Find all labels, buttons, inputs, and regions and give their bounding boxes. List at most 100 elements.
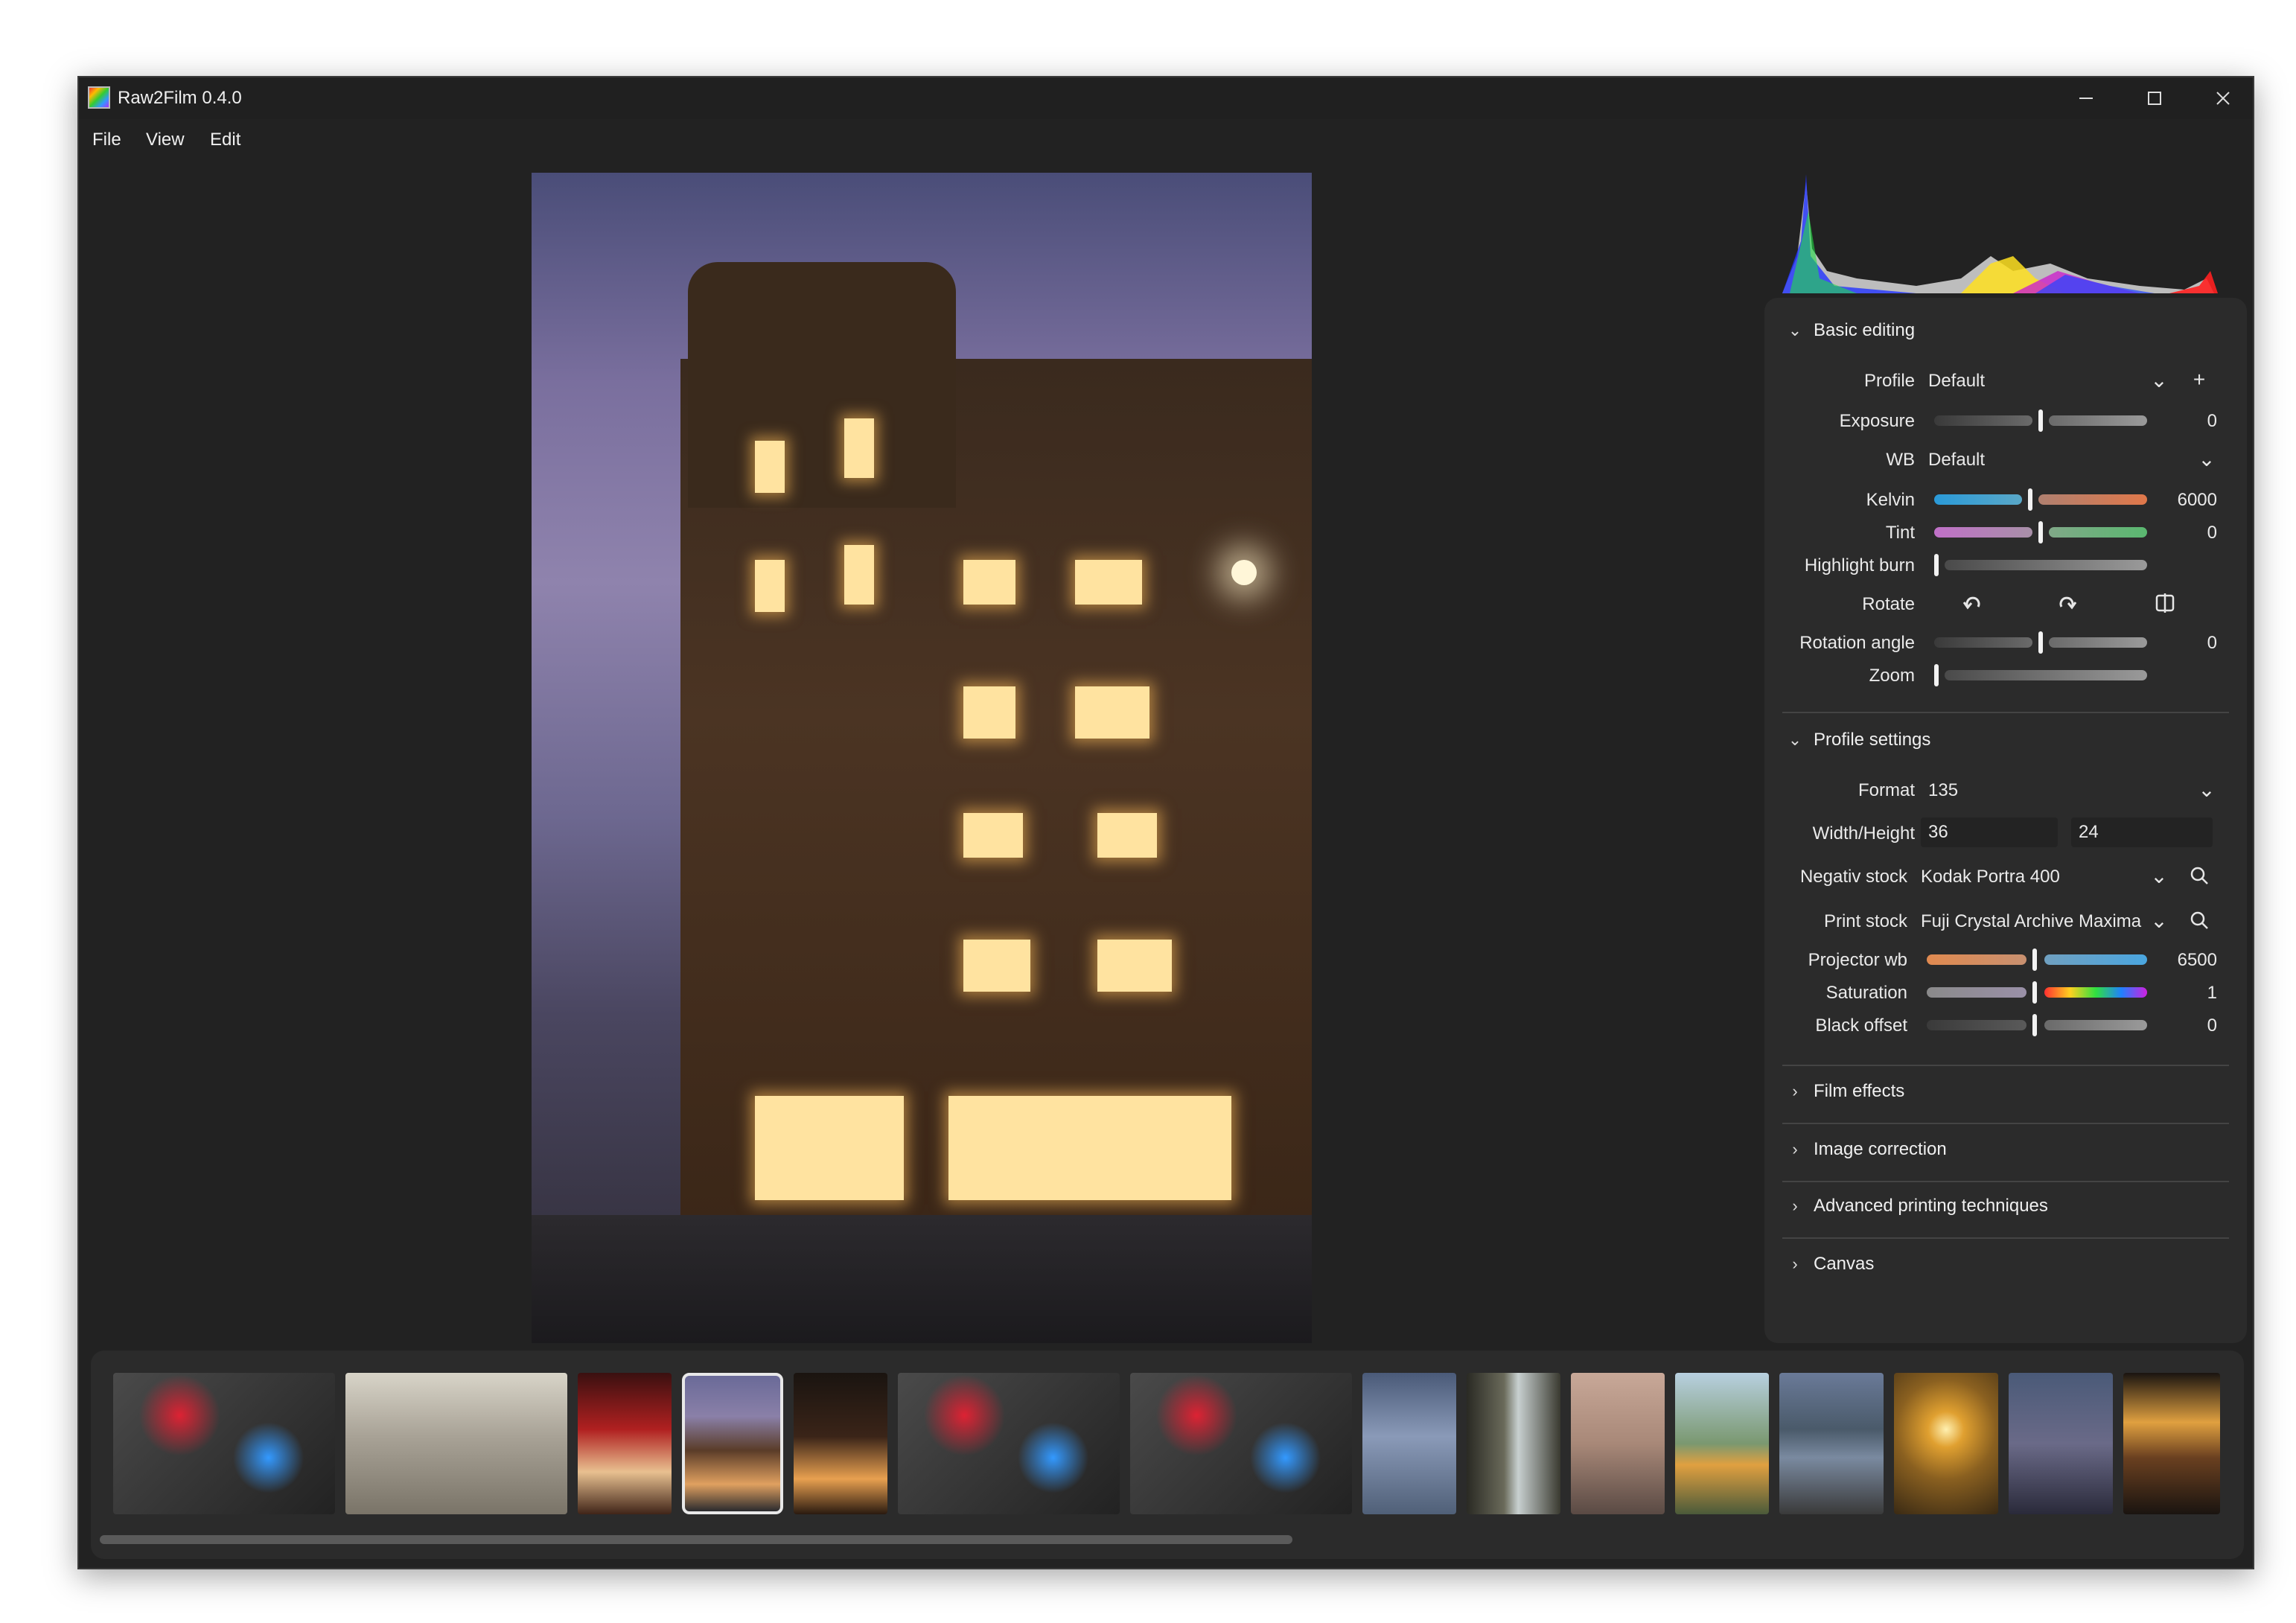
canvas-title: Canvas xyxy=(1814,1254,1875,1274)
tint-slider-right[interactable] xyxy=(2049,527,2147,538)
chevron-down-icon[interactable]: ⌄ xyxy=(2146,907,2172,934)
filmstrip-scrollbar-thumb[interactable] xyxy=(100,1535,1292,1544)
format-select[interactable]: 135 xyxy=(1928,780,1958,801)
thumbnail-golden-sun[interactable] xyxy=(1894,1373,1998,1514)
exposure-slider-handle[interactable] xyxy=(2038,409,2043,432)
print-stock-select[interactable]: Fuji Crystal Archive Maxima xyxy=(1921,911,2141,932)
rotation-angle-value[interactable]: 0 xyxy=(2207,633,2217,654)
black-offset-value[interactable]: 0 xyxy=(2207,1015,2217,1036)
film-effects-header[interactable]: › Film effects xyxy=(1785,1081,1904,1102)
plus-icon[interactable]: + xyxy=(2186,366,2213,393)
thumbnail-cloudy-sky[interactable] xyxy=(1362,1373,1456,1514)
zoom-slider[interactable] xyxy=(1945,670,2147,680)
preview-window-light xyxy=(1097,940,1172,992)
title-bar[interactable]: Raw2Film 0.4.0 xyxy=(79,77,2253,119)
menu-edit[interactable]: Edit xyxy=(210,130,240,150)
chevron-down-icon[interactable]: ⌄ xyxy=(2193,445,2220,472)
chevron-down-icon[interactable]: ⌄ xyxy=(2146,862,2172,889)
thumbnail-waterfall-cliff[interactable] xyxy=(1467,1373,1560,1514)
thumbnail-museum-hall[interactable] xyxy=(345,1373,567,1514)
thumbnail-hiker-mountain[interactable] xyxy=(1675,1373,1769,1514)
wb-select[interactable]: Default xyxy=(1928,450,1985,471)
projector-wb-value[interactable]: 6500 xyxy=(2178,950,2217,971)
width-input[interactable]: 36 xyxy=(1921,817,2058,847)
tint-label: Tint xyxy=(1885,523,1915,543)
tint-slider-handle[interactable] xyxy=(2038,521,2043,543)
projector-wb-slider-left[interactable] xyxy=(1927,954,2026,965)
image-correction-header[interactable]: › Image correction xyxy=(1785,1139,1946,1160)
kelvin-slider-right[interactable] xyxy=(2038,494,2147,505)
zoom-label: Zoom xyxy=(1869,666,1915,686)
advanced-printing-header[interactable]: › Advanced printing techniques xyxy=(1785,1196,2048,1217)
projector-wb-slider-right[interactable] xyxy=(2044,954,2147,965)
preview-window-light xyxy=(963,560,1015,605)
chevron-down-icon[interactable]: ⌄ xyxy=(2193,776,2220,803)
kelvin-value[interactable]: 6000 xyxy=(2178,490,2217,511)
preview-window-light xyxy=(755,441,785,493)
thumbnail-color-chart[interactable] xyxy=(898,1373,1120,1514)
rotate-left-button[interactable] xyxy=(1959,590,1986,616)
rotation-angle-slider-handle[interactable] xyxy=(2038,631,2043,654)
negativ-stock-label: Negativ stock xyxy=(1799,867,1907,887)
print-stock-label: Print stock xyxy=(1823,911,1907,931)
height-input[interactable]: 24 xyxy=(2071,817,2213,847)
saturation-slider-right[interactable] xyxy=(2044,987,2147,998)
chevron-down-icon[interactable]: ⌄ xyxy=(2146,366,2172,393)
thumbnail-sunset-beach[interactable] xyxy=(1571,1373,1665,1514)
projector-wb-slider-handle[interactable] xyxy=(2032,948,2037,971)
highlight-burn-slider-handle[interactable] xyxy=(1934,554,1939,576)
maximize-button[interactable] xyxy=(2120,77,2189,119)
thumbnail-night-street[interactable] xyxy=(794,1373,887,1514)
rotation-angle-slider-left[interactable] xyxy=(1934,637,2032,648)
thumbnail-color-chart[interactable] xyxy=(1130,1373,1352,1514)
preview-window-light xyxy=(844,545,874,605)
section-divider xyxy=(1782,1237,2229,1239)
minimize-icon xyxy=(2079,98,2093,99)
zoom-slider-handle[interactable] xyxy=(1934,664,1939,686)
thumbnail-red-shrine[interactable] xyxy=(578,1373,672,1514)
minimize-button[interactable] xyxy=(2052,77,2120,119)
thumbnail-color-chart[interactable] xyxy=(113,1373,335,1514)
thumbnail-river-valley[interactable] xyxy=(1779,1373,1884,1514)
profile-settings-header[interactable]: ⌄ Profile settings xyxy=(1785,730,1931,750)
negativ-stock-search-button[interactable] xyxy=(2186,862,2213,889)
app-window: Raw2Film 0.4.0 File View Edit ⌄ Basic ed… xyxy=(77,76,2254,1569)
image-preview[interactable] xyxy=(532,173,1312,1343)
saturation-value[interactable]: 1 xyxy=(2207,983,2217,1004)
thumbnail-night-lights[interactable] xyxy=(2123,1373,2220,1514)
thumbnail-night-building[interactable] xyxy=(682,1373,783,1514)
saturation-slider-left[interactable] xyxy=(1927,987,2026,998)
print-stock-search-button[interactable] xyxy=(2186,907,2213,934)
black-offset-slider-left[interactable] xyxy=(1927,1020,2026,1030)
kelvin-slider-handle[interactable] xyxy=(2028,488,2032,511)
kelvin-slider-left[interactable] xyxy=(1934,494,2022,505)
saturation-label: Saturation xyxy=(1825,983,1907,1003)
filmstrip xyxy=(91,1351,2244,1559)
basic-editing-header[interactable]: ⌄ Basic editing xyxy=(1785,320,1915,341)
exposure-slider-right[interactable] xyxy=(2049,415,2147,426)
saturation-slider-handle[interactable] xyxy=(2032,981,2037,1004)
flip-button[interactable] xyxy=(2152,590,2178,616)
tint-value[interactable]: 0 xyxy=(2207,523,2217,543)
black-offset-slider-right[interactable] xyxy=(2044,1020,2147,1030)
close-button[interactable] xyxy=(2189,77,2253,119)
thumbnail-portrait-dusk[interactable] xyxy=(2009,1373,2113,1514)
tint-slider-left[interactable] xyxy=(1934,527,2032,538)
menu-view[interactable]: View xyxy=(146,130,185,150)
filmstrip-scrollbar[interactable] xyxy=(100,1535,2236,1546)
exposure-value[interactable]: 0 xyxy=(2207,411,2217,432)
highlight-burn-slider[interactable] xyxy=(1945,560,2147,570)
menu-file[interactable]: File xyxy=(92,130,121,150)
black-offset-slider-handle[interactable] xyxy=(2032,1014,2037,1036)
rotate-label: Rotate xyxy=(1862,594,1915,614)
advanced-printing-title: Advanced printing techniques xyxy=(1814,1196,2048,1216)
exposure-slider-left[interactable] xyxy=(1934,415,2032,426)
negativ-stock-select[interactable]: Kodak Portra 400 xyxy=(1921,867,2060,887)
rotation-angle-slider-right[interactable] xyxy=(2049,637,2147,648)
preview-window-light xyxy=(1097,813,1157,858)
rotate-right-button[interactable] xyxy=(2053,590,2080,616)
canvas-header[interactable]: › Canvas xyxy=(1785,1254,1874,1275)
chevron-right-icon: › xyxy=(1792,1196,1798,1215)
profile-select[interactable]: Default xyxy=(1928,371,1985,392)
film-effects-title: Film effects xyxy=(1814,1081,1905,1101)
